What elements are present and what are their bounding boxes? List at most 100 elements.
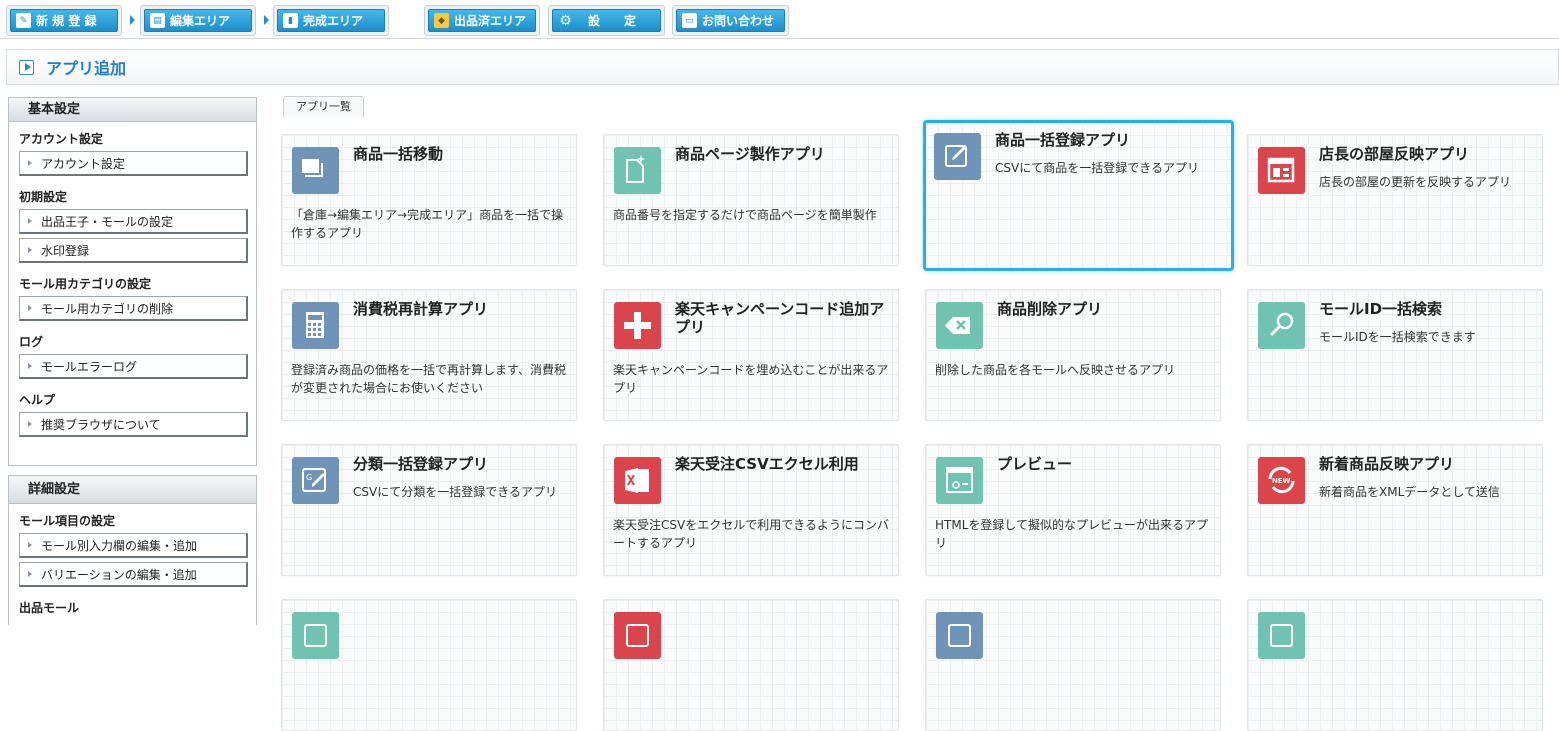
arrow-right-icon xyxy=(28,247,32,253)
sidebar-group-label: 初期設定 xyxy=(19,190,68,204)
svg-text:NEW: NEW xyxy=(1272,477,1291,485)
app-card[interactable] xyxy=(603,599,899,731)
app-card[interactable] xyxy=(1247,599,1543,731)
tab-contact[interactable]: ▭ お問い合わせ xyxy=(672,5,789,36)
top-nav-bar: ✎ 新 規 登 録 ▤ 編集エリア ▮ 完成エリア ◆ 出品済エリア ⚙ 設 定 ▭ お問い… xyxy=(0,0,1559,39)
sidebar-basic-settings: 基本設定 アカウント設定 アカウント設定 初期設定 出品王子・モールの設定 水印… xyxy=(8,97,257,466)
search-icon xyxy=(1258,302,1305,349)
tab-settings[interactable]: ⚙ 設 定 xyxy=(548,5,665,36)
sidebar-item-variation-edit[interactable]: バリエーションの編集・追加 xyxy=(19,562,248,587)
app-card-description: モールIDを一括検索できます xyxy=(1319,330,1476,344)
sidebar-group-label: ログ xyxy=(19,335,44,349)
tab-edit-area[interactable]: ▤ 編集エリア xyxy=(140,5,256,36)
bar-chart-icon: ▮ xyxy=(283,13,298,28)
arrow-right-icon xyxy=(264,15,269,25)
app-card[interactable]: G 分類一括登録アプリ CSVにて分類を一括登録できるアプリ xyxy=(281,444,577,576)
tab-label: 編集エリア xyxy=(170,14,231,28)
app-card-title: 商品削除アプリ xyxy=(997,300,1103,318)
app-card[interactable] xyxy=(925,599,1221,731)
arrow-right-icon xyxy=(28,218,32,224)
app-card-title: 楽天キャンペーンコード追加アプリ xyxy=(675,300,885,336)
app-card-description: HTMLを登録して擬似的なプレビューが出来るアプリ xyxy=(935,518,1209,550)
app-card[interactable]: 商品一括登録アプリ CSVにて商品を一括登録できるアプリ xyxy=(923,120,1234,271)
tab-listed-area[interactable]: ◆ 出品済エリア xyxy=(424,5,540,36)
app-card[interactable]: プレビュー HTMLを登録して擬似的なプレビューが出来るアプリ xyxy=(925,444,1221,576)
sidebar-detail-settings: 詳細設定 モール項目の設定 モール別入力欄の編集・追加 バリエーションの編集・追… xyxy=(8,475,257,625)
sidebar-header: 詳細設定 xyxy=(9,476,256,504)
sidebar-group-label: アカウント設定 xyxy=(19,132,104,146)
app-card-title: モールID一括検索 xyxy=(1319,300,1443,318)
edit-icon: ✎ xyxy=(16,13,31,28)
app-card-title: 新着商品反映アプリ xyxy=(1319,455,1455,473)
app-icon xyxy=(1258,612,1305,659)
app-card-description: 登録済み商品の価格を一括で再計算します、消費税が変更された場合にお使いください xyxy=(291,363,567,395)
app-card[interactable]: モールID一括検索モールIDを一括検索できます xyxy=(1247,289,1543,421)
sidebar-header: 基本設定 xyxy=(9,98,256,122)
delete-icon xyxy=(936,302,983,349)
arrow-right-icon xyxy=(28,363,32,369)
page-title-bar: アプリ追加 xyxy=(6,49,1559,85)
sidebar-item-label: モール用カテゴリの削除 xyxy=(41,301,174,316)
sidebar-group-label: 出品モール xyxy=(19,601,80,615)
sidebar-item-label: モールエラーログ xyxy=(41,359,138,374)
gear-icon: ⚙ xyxy=(559,12,572,29)
app-card-description: 商品番号を指定するだけで商品ページを簡単製作 xyxy=(613,208,877,222)
window-icon: ▤ xyxy=(150,13,165,28)
tab-label: 出品済エリア xyxy=(454,14,527,28)
new-refresh-icon: NEW xyxy=(1258,457,1305,504)
app-icon xyxy=(292,612,339,659)
sidebar-group-label: モール項目の設定 xyxy=(19,514,116,528)
app-card[interactable]: NEW 新着商品反映アプリ新着商品をXMLデータとして送信 xyxy=(1247,444,1543,576)
app-card[interactable]: 店長の部屋反映アプリ 店長の部屋の更新を反映するアプリ xyxy=(1247,134,1543,266)
app-card[interactable]: 楽天受注CSVエクセル利用楽天受注CSVをエクセルで利用できるようにコンバートす… xyxy=(603,444,899,576)
app-card[interactable]: 消費税再計算アプリ登録済み商品の価格を一括で再計算します、消費税が変更された場合… xyxy=(281,289,577,421)
app-card[interactable]: 商品一括移動 「倉庫→編集エリア→完成エリア」商品を一括で操作するアプリ xyxy=(281,134,577,266)
sidebar-item-label: 推奨ブラウザについて xyxy=(41,417,161,432)
sidebar-item-mall-settings[interactable]: 出品王子・モールの設定 xyxy=(19,209,248,234)
app-card-description: CSVにて商品を一括登録できるアプリ xyxy=(995,161,1199,175)
box-icon: ◆ xyxy=(434,13,449,28)
arrow-right-icon xyxy=(28,421,32,427)
move-icon xyxy=(292,147,339,194)
sidebar-item-watermark[interactable]: 水印登録 xyxy=(19,238,248,263)
sidebar-item-mall-field-edit[interactable]: モール別入力欄の編集・追加 xyxy=(19,533,248,558)
sidebar-item-account-settings[interactable]: アカウント設定 xyxy=(19,151,248,176)
page-title: アプリ追加 xyxy=(46,59,127,78)
arrow-right-icon xyxy=(28,305,32,311)
tab-new-register[interactable]: ✎ 新 規 登 録 xyxy=(6,5,122,36)
calculator-icon xyxy=(292,302,339,349)
tab-app-list[interactable]: アプリ一覧 xyxy=(283,96,364,117)
arrow-right-icon xyxy=(130,15,135,25)
sidebar-item-category-delete[interactable]: モール用カテゴリの削除 xyxy=(19,296,248,321)
app-card-title: 分類一括登録アプリ xyxy=(353,455,489,473)
app-card-description: 楽天キャンペーンコードを埋め込むことが出来るアプリ xyxy=(613,363,889,395)
app-card[interactable]: 楽天キャンペーンコード追加アプリ楽天キャンペーンコードを埋め込むことが出来るアプ… xyxy=(603,289,899,421)
arrow-right-icon xyxy=(28,160,32,166)
app-card-title: 商品一括登録アプリ xyxy=(995,131,1131,149)
sidebar-item-label: 出品王子・モールの設定 xyxy=(41,214,174,229)
app-card-description: 削除した商品を各モールへ反映させるアプリ xyxy=(935,363,1176,377)
layout-icon xyxy=(1258,147,1305,194)
tab-complete-area[interactable]: ▮ 完成エリア xyxy=(273,5,389,36)
sidebar-item-recommended-browser[interactable]: 推奨ブラウザについて xyxy=(19,412,248,437)
app-card[interactable]: 商品ページ製作アプリ 商品番号を指定するだけで商品ページを簡単製作 xyxy=(603,134,899,266)
arrow-right-icon xyxy=(28,571,32,577)
sidebar-item-label: 水印登録 xyxy=(41,243,90,258)
app-card-description: 楽天受注CSVをエクセルで利用できるようにコンバートするアプリ xyxy=(613,518,889,550)
tab-label: 完成エリア xyxy=(303,14,364,28)
app-card-title: 楽天受注CSVエクセル利用 xyxy=(675,455,859,473)
excel-icon xyxy=(614,457,661,504)
tab-label: 新 規 登 録 xyxy=(36,14,97,28)
sidebar-item-label: モール別入力欄の編集・追加 xyxy=(41,538,198,553)
app-card-title: 店長の部屋反映アプリ xyxy=(1319,145,1470,163)
sidebar-item-mall-error-log[interactable]: モールエラーログ xyxy=(19,354,248,379)
app-card[interactable]: 商品削除アプリ削除した商品を各モールへ反映させるアプリ xyxy=(925,289,1221,421)
preview-icon xyxy=(936,457,983,504)
app-card-description: 「倉庫→編集エリア→完成エリア」商品を一括で操作するアプリ xyxy=(291,208,564,240)
sidebar-item-label: バリエーションの編集・追加 xyxy=(41,567,197,582)
svg-text:G: G xyxy=(306,473,312,482)
arrow-right-icon xyxy=(28,542,32,548)
app-card-title: 消費税再計算アプリ xyxy=(353,300,489,318)
app-card-description: 新着商品をXMLデータとして送信 xyxy=(1319,485,1500,499)
app-card[interactable] xyxy=(281,599,577,731)
